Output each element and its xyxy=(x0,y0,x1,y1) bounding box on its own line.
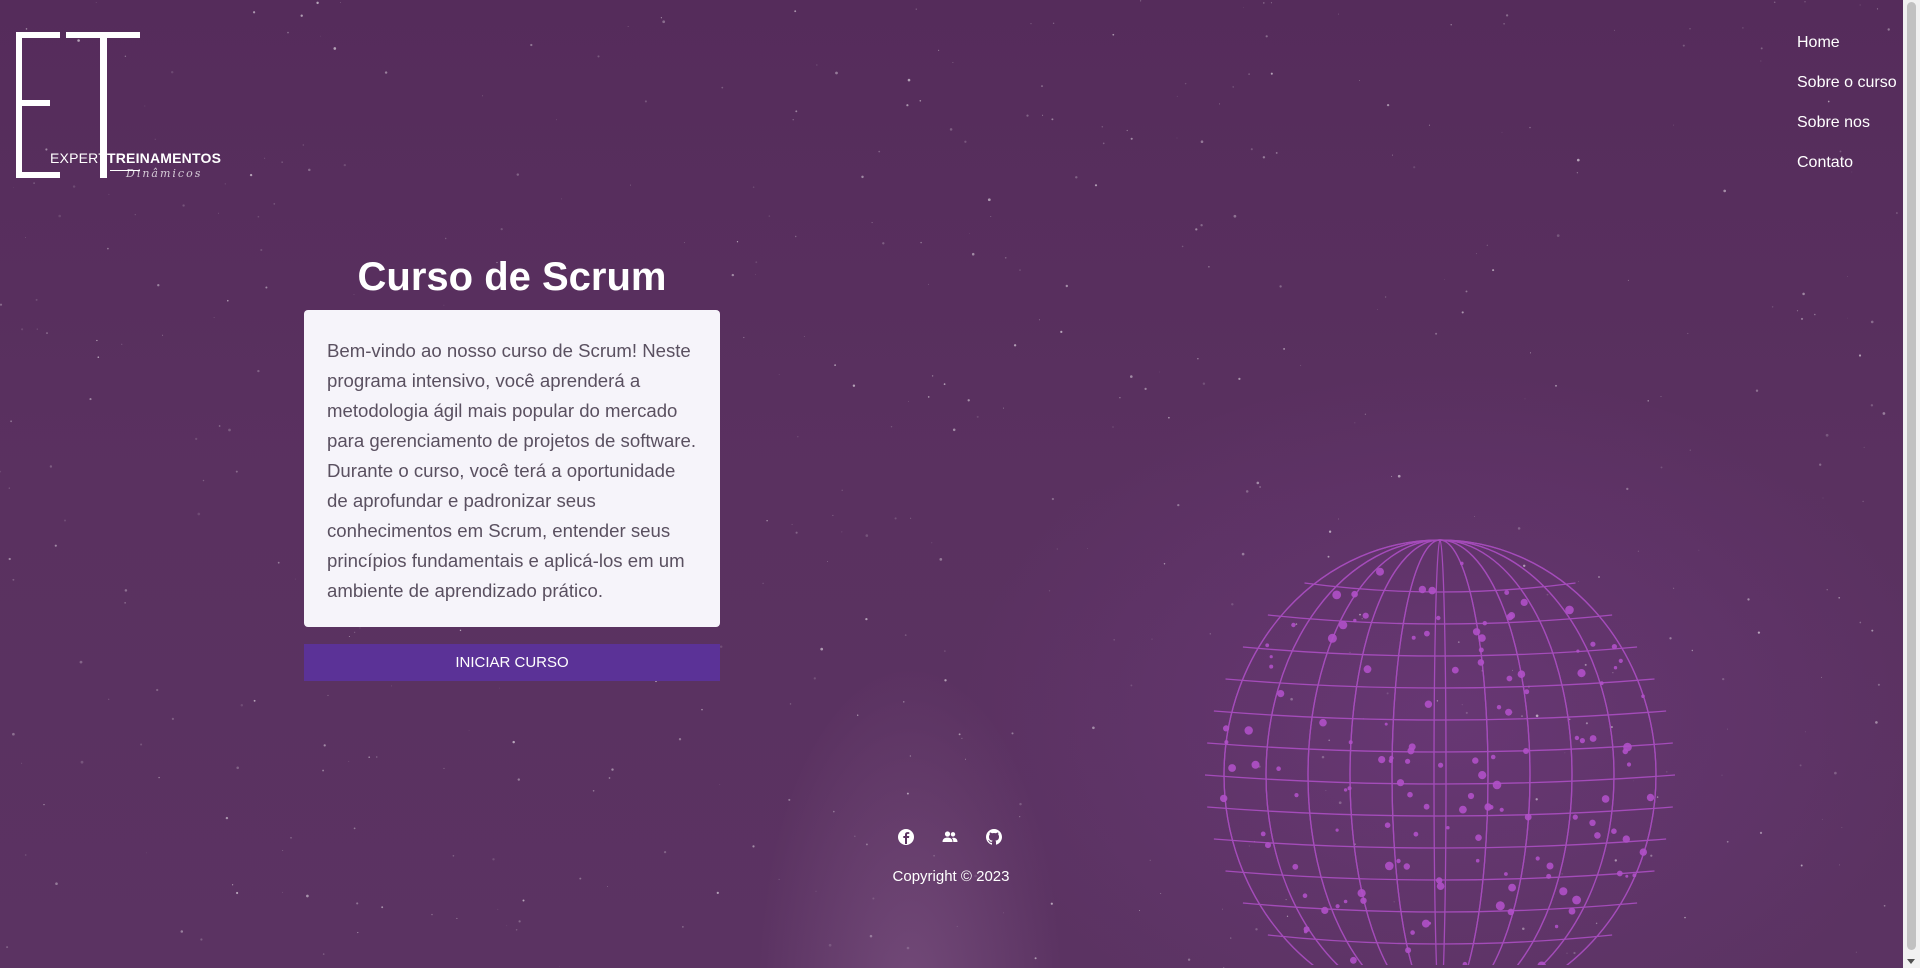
facebook-icon[interactable] xyxy=(897,828,915,846)
logo-word-expert: EXPERT xyxy=(50,150,107,166)
main-nav: Home Sobre o curso Sobre nos Contato xyxy=(1797,30,1897,190)
nav-item-home[interactable]: Home xyxy=(1797,30,1897,70)
logo-word-treinamentos: TREINAMENTOS xyxy=(106,150,222,166)
circuit-globe-illustration xyxy=(1204,539,1676,965)
course-description: Bem-vindo ao nosso curso de Scrum! Neste… xyxy=(327,340,696,601)
logo[interactable]: EXPERTTREINAMENTOS Dinâmicos xyxy=(14,30,229,180)
github-icon[interactable] xyxy=(985,828,1003,846)
scroll-down-arrow-icon[interactable] xyxy=(1907,959,1915,964)
start-course-button[interactable]: INICIAR CURSO xyxy=(304,644,720,681)
nav-item-contato[interactable]: Contato xyxy=(1797,150,1897,190)
copyright-text: Copyright © 2023 xyxy=(892,868,1010,885)
nav-item-sobre-o-curso[interactable]: Sobre o curso xyxy=(1797,70,1897,110)
nav-item-sobre-nos[interactable]: Sobre nos xyxy=(1797,110,1897,150)
logo-wordmark: EXPERTTREINAMENTOS xyxy=(50,150,221,166)
page: EXPERTTREINAMENTOS Dinâmicos Home Sobre … xyxy=(0,0,1920,968)
scrollbar-thumb[interactable] xyxy=(1907,2,1916,950)
social-links xyxy=(897,828,1003,846)
users-icon[interactable] xyxy=(941,828,959,846)
hero-title: Curso de Scrum xyxy=(357,255,667,299)
logo-tagline: Dinâmicos xyxy=(126,167,203,180)
page-scrollbar[interactable] xyxy=(1903,0,1920,968)
course-description-card: Bem-vindo ao nosso curso de Scrum! Neste… xyxy=(304,310,720,627)
